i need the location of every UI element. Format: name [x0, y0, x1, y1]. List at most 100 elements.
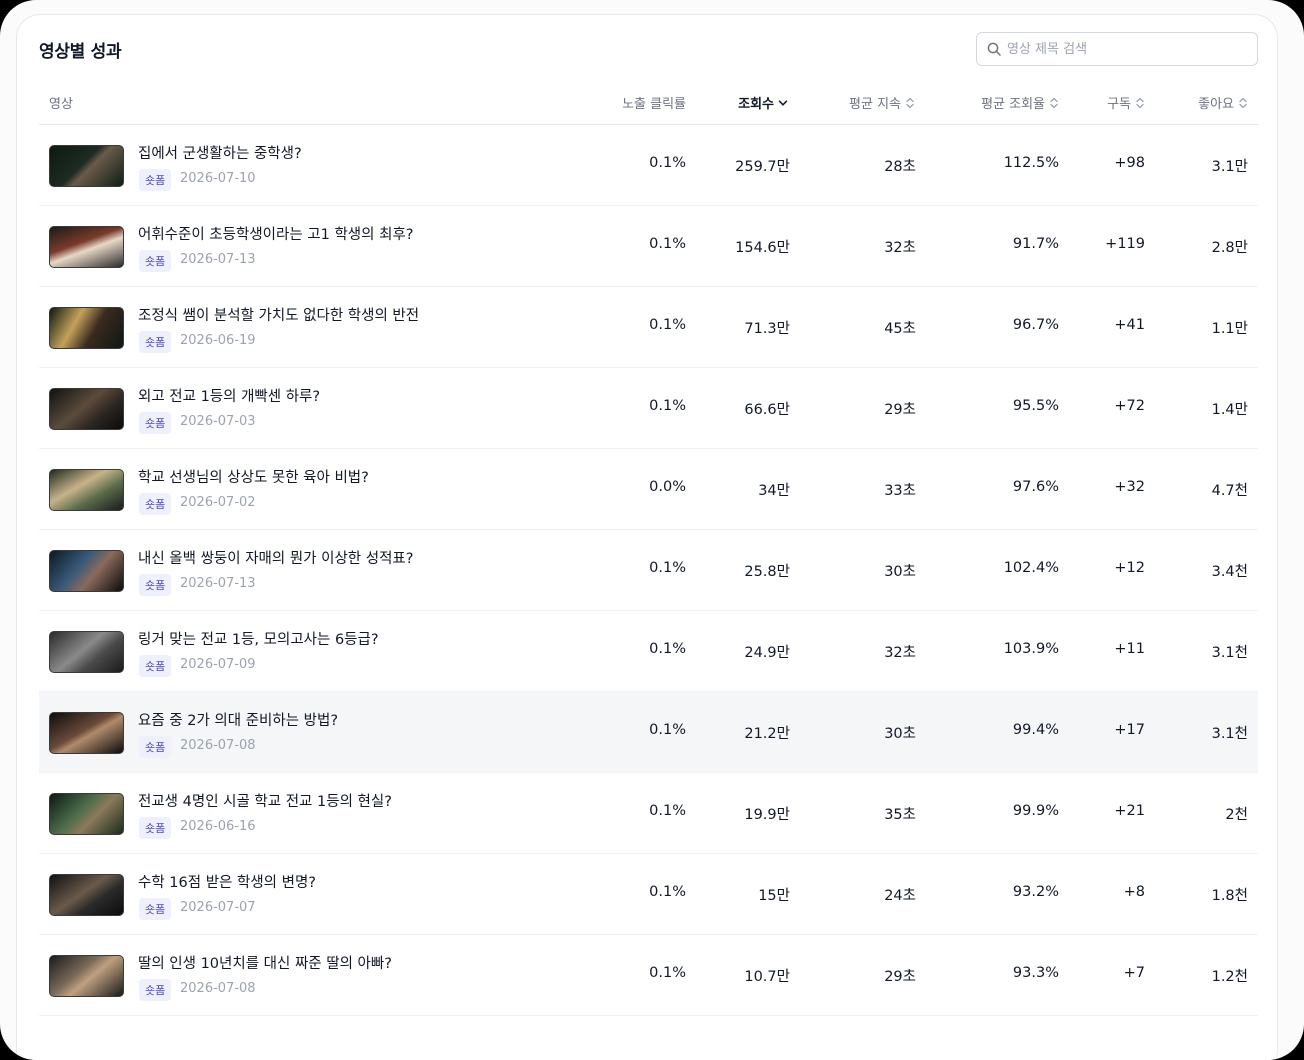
cell-avg-view-rate: 112.5% — [1003, 155, 1059, 171]
table-header: 영상 노출 클릭률 조회수 평균 지속 평균 조회율 구독 좋아요 — [39, 85, 1258, 125]
table-row[interactable]: 수학 16점 받은 학생의 변명? 숏폼 2026-07-07 0.1% 15만… — [39, 854, 1258, 935]
table-row[interactable]: 어휘수준이 초등학생이라는 고1 학생의 최후? 숏폼 2026-07-13 0… — [39, 206, 1258, 287]
col-header-avg-duration[interactable]: 평균 지속 — [849, 93, 915, 112]
cell-subs: +72 — [1114, 398, 1145, 414]
video-thumbnail[interactable] — [49, 955, 124, 997]
search-box[interactable] — [976, 32, 1258, 66]
video-title[interactable]: 전교생 4명인 시골 학교 전교 1등의 현실? — [138, 790, 392, 811]
table-row[interactable]: 내신 올백 쌍둥이 자매의 뭔가 이상한 성적표? 숏폼 2026-07-13 … — [39, 530, 1258, 611]
search-icon — [986, 41, 1002, 57]
video-thumbnail[interactable] — [49, 793, 124, 835]
cell-avg-duration: 45초 — [884, 321, 916, 337]
cell-avg-view-rate: 93.3% — [1012, 965, 1059, 981]
upload-date: 2026-07-03 — [180, 414, 256, 429]
cell-avg-view-rate: 96.7% — [1012, 317, 1059, 333]
format-badge: 숏폼 — [139, 979, 172, 1001]
cell-ctr: 0.1% — [649, 155, 686, 171]
cell-avg-duration: 32초 — [884, 645, 916, 661]
table-row[interactable]: 딸의 인생 10년치를 대신 짜준 딸의 아빠? 숏폼 2026-07-08 0… — [39, 935, 1258, 1016]
video-thumbnail[interactable] — [49, 631, 124, 673]
cell-likes: 4.7천 — [1211, 483, 1248, 499]
table-row[interactable]: 학교 선생님의 상상도 못한 육아 비법? 숏폼 2026-07-02 0.0%… — [39, 449, 1258, 530]
video-title[interactable]: 링거 맞는 전교 1등, 모의고사는 6등급? — [138, 628, 379, 649]
cell-ctr: 0.1% — [649, 641, 686, 657]
table-row[interactable]: 전교생 4명인 시골 학교 전교 1등의 현실? 숏폼 2026-06-16 0… — [39, 773, 1258, 854]
format-badge: 숏폼 — [139, 736, 172, 758]
cell-avg-view-rate: 91.7% — [1012, 236, 1059, 252]
format-badge: 숏폼 — [139, 898, 172, 920]
cell-subs: +41 — [1114, 317, 1145, 333]
video-thumbnail[interactable] — [49, 874, 124, 916]
format-badge: 숏폼 — [139, 493, 172, 515]
video-title[interactable]: 딸의 인생 10년치를 대신 짜준 딸의 아빠? — [138, 952, 392, 973]
format-badge: 숏폼 — [139, 169, 172, 191]
video-thumbnail[interactable] — [49, 550, 124, 592]
upload-date: 2026-06-19 — [180, 333, 256, 348]
upload-date: 2026-07-02 — [180, 495, 256, 510]
cell-views: 259.7만 — [735, 159, 790, 175]
video-title[interactable]: 수학 16점 받은 학생의 변명? — [138, 871, 316, 892]
video-thumbnail[interactable] — [49, 469, 124, 511]
col-header-avg-view-rate[interactable]: 평균 조회율 — [981, 93, 1059, 112]
col-header-ctr[interactable]: 노출 클릭률 — [622, 93, 686, 112]
video-title[interactable]: 어휘수준이 초등학생이라는 고1 학생의 최후? — [138, 223, 413, 244]
cell-avg-view-rate: 99.4% — [1012, 722, 1059, 738]
cell-likes: 1.1만 — [1211, 321, 1248, 337]
cell-subs: +11 — [1114, 641, 1145, 657]
cell-avg-view-rate: 93.2% — [1012, 884, 1059, 900]
cell-likes: 1.2천 — [1211, 969, 1248, 985]
video-title[interactable]: 외고 전교 1등의 개빡센 하루? — [138, 385, 320, 406]
table-row[interactable]: 외고 전교 1등의 개빡센 하루? 숏폼 2026-07-03 0.1% 66.… — [39, 368, 1258, 449]
cell-avg-duration: 30초 — [884, 564, 916, 580]
video-performance-card: 영상별 성과 영상 노출 클릭률 조회수 평균 지속 — [16, 14, 1278, 1060]
cell-subs: +98 — [1114, 155, 1145, 171]
cell-ctr: 0.1% — [649, 965, 686, 981]
cell-likes: 2천 — [1225, 807, 1248, 823]
format-badge: 숏폼 — [139, 412, 172, 434]
cell-ctr: 0.1% — [649, 236, 686, 252]
cell-avg-view-rate: 102.4% — [1003, 560, 1059, 576]
format-badge: 숏폼 — [139, 574, 172, 596]
cell-views: 15만 — [758, 888, 790, 904]
cell-avg-duration: 30초 — [884, 726, 916, 742]
video-thumbnail[interactable] — [49, 712, 124, 754]
table-row[interactable]: 링거 맞는 전교 1등, 모의고사는 6등급? 숏폼 2026-07-09 0.… — [39, 611, 1258, 692]
table-row[interactable]: 집에서 군생활하는 중학생? 숏폼 2026-07-10 0.1% 259.7만… — [39, 125, 1258, 206]
col-header-views[interactable]: 조회수 — [738, 93, 788, 112]
cell-views: 19.9만 — [744, 807, 790, 823]
sort-updown-icon — [1049, 97, 1059, 109]
cell-likes: 3.1만 — [1211, 159, 1248, 175]
upload-date: 2026-07-07 — [180, 900, 256, 915]
cell-avg-view-rate: 95.5% — [1012, 398, 1059, 414]
upload-date: 2026-07-08 — [180, 981, 256, 996]
sort-updown-icon — [1135, 97, 1145, 109]
cell-subs: +119 — [1105, 236, 1145, 252]
cell-subs: +12 — [1114, 560, 1145, 576]
video-title[interactable]: 조정식 쌤이 분석할 가치도 없다한 학생의 반전 — [138, 304, 419, 325]
col-header-subs[interactable]: 구독 — [1107, 93, 1145, 112]
app-frame: 영상별 성과 영상 노출 클릭률 조회수 평균 지속 — [0, 0, 1304, 1060]
format-badge: 숏폼 — [139, 655, 172, 677]
cell-views: 66.6만 — [744, 402, 790, 418]
video-title[interactable]: 내신 올백 쌍둥이 자매의 뭔가 이상한 성적표? — [138, 547, 413, 568]
format-badge: 숏폼 — [139, 331, 172, 353]
cell-ctr: 0.0% — [649, 479, 686, 495]
cell-avg-duration: 28초 — [884, 159, 916, 175]
video-thumbnail[interactable] — [49, 226, 124, 268]
video-thumbnail[interactable] — [49, 307, 124, 349]
format-badge: 숏폼 — [139, 817, 172, 839]
cell-likes: 1.8천 — [1211, 888, 1248, 904]
table-row[interactable]: 조정식 쌤이 분석할 가치도 없다한 학생의 반전 숏폼 2026-06-19 … — [39, 287, 1258, 368]
video-title[interactable]: 요즘 중 2가 의대 준비하는 방법? — [138, 709, 338, 730]
video-thumbnail[interactable] — [49, 388, 124, 430]
cell-avg-duration: 29초 — [884, 969, 916, 985]
cell-avg-duration: 32초 — [884, 240, 916, 256]
table-row[interactable]: 요즘 중 2가 의대 준비하는 방법? 숏폼 2026-07-08 0.1% 2… — [39, 692, 1258, 773]
video-thumbnail[interactable] — [49, 145, 124, 187]
search-input[interactable] — [1007, 41, 1247, 57]
video-title[interactable]: 학교 선생님의 상상도 못한 육아 비법? — [138, 466, 369, 487]
col-header-likes[interactable]: 좋아요 — [1198, 93, 1248, 112]
cell-views: 71.3만 — [744, 321, 790, 337]
video-title[interactable]: 집에서 군생활하는 중학생? — [138, 142, 302, 163]
cell-ctr: 0.1% — [649, 884, 686, 900]
